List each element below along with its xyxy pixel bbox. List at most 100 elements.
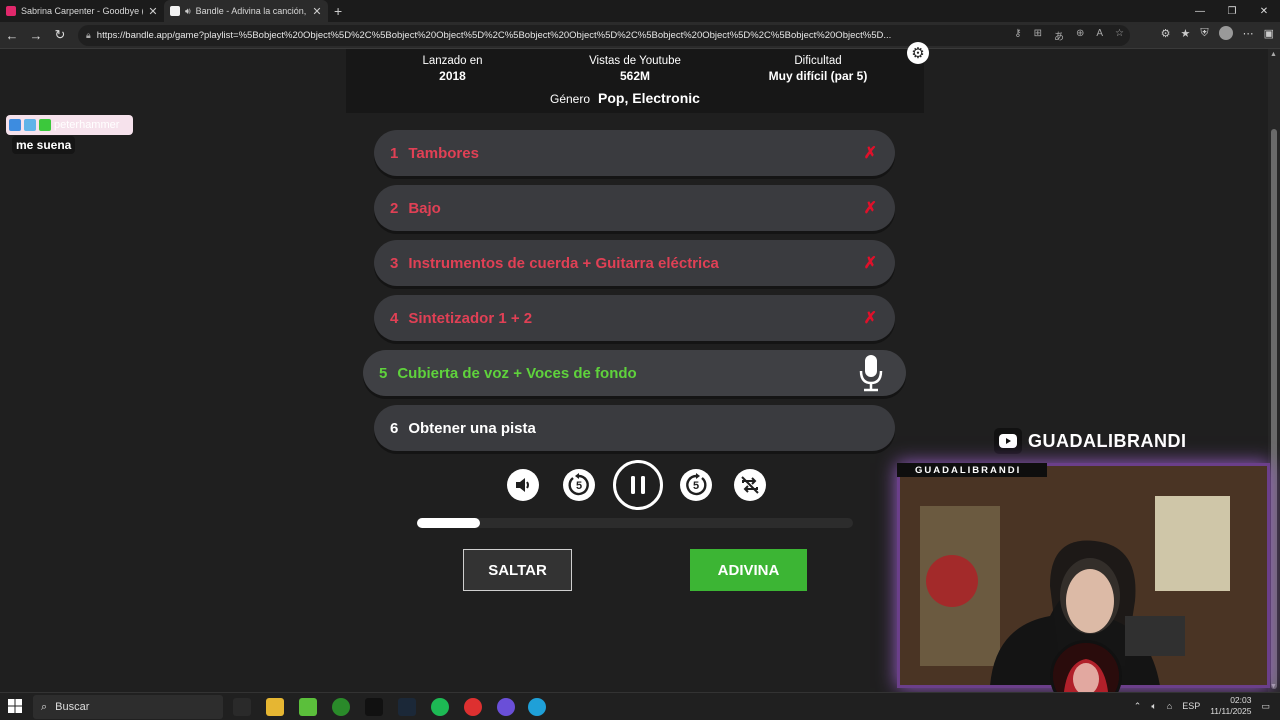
- guess-button[interactable]: ADIVINA: [690, 549, 807, 591]
- views-label: Vistas de Youtube: [589, 55, 681, 67]
- browser-tab-youtube[interactable]: Sabrina Carpenter - Goodbye (Of ✕: [0, 0, 164, 22]
- spotify-icon[interactable]: [431, 698, 449, 716]
- close-tab-icon[interactable]: ✕: [312, 5, 322, 18]
- search-icon: ⌕: [41, 700, 48, 713]
- profile-avatar[interactable]: [1218, 26, 1233, 40]
- url-text: https://bandle.app/game?playlist=%5Bobje…: [96, 30, 892, 41]
- bandle-favicon-icon: [170, 6, 180, 16]
- scrollbar-thumb[interactable]: [1271, 129, 1277, 689]
- url-field[interactable]: 🔒︎ https://bandle.app/game?playlist=%5Bo…: [78, 25, 1130, 46]
- speaker-icon[interactable]: 🔊︎: [185, 6, 191, 17]
- scroll-down-icon[interactable]: ▼: [1270, 683, 1277, 690]
- wrong-mark-icon: ✗: [863, 145, 877, 162]
- favorite-star-icon[interactable]: ☆: [1115, 28, 1124, 43]
- date: 11/11/2025: [1210, 706, 1252, 716]
- volume-button[interactable]: [507, 469, 539, 501]
- loop-button[interactable]: [734, 469, 766, 501]
- refresh-icon[interactable]: ↻: [48, 27, 72, 43]
- notifications-icon[interactable]: ▭: [1261, 701, 1270, 712]
- scroll-up-icon[interactable]: ▲: [1270, 51, 1277, 58]
- file-explorer-icon[interactable]: [266, 698, 284, 716]
- extensions-icon[interactable]: ⚙: [1161, 27, 1171, 40]
- new-tab-icon[interactable]: +: [334, 3, 342, 19]
- tray-chevron-icon[interactable]: ⌃: [1134, 701, 1142, 712]
- volume-icon[interactable]: 🔈︎: [1151, 701, 1156, 712]
- task-view-icon[interactable]: [233, 698, 251, 716]
- released-value: 2018: [439, 69, 466, 83]
- difficulty-label: Dificultad: [794, 55, 842, 67]
- badge-icon: [9, 119, 21, 131]
- key-icon[interactable]: ⚷: [1014, 28, 1021, 43]
- forward-seconds: 5: [693, 480, 700, 492]
- windows-start-icon[interactable]: [8, 699, 22, 713]
- xbox-icon[interactable]: [332, 698, 350, 716]
- hint-row[interactable]: 6 Obtener una pista: [374, 405, 895, 451]
- close-tab-icon[interactable]: ✕: [148, 5, 158, 18]
- track-number: 3: [390, 254, 399, 272]
- track-row-4[interactable]: 4 Sintetizador 1 + 2 ✗: [374, 295, 895, 341]
- wrong-mark-icon: ✗: [863, 310, 877, 327]
- microphone-icon: [859, 355, 883, 392]
- views-info: Vistas de Youtube 562M: [575, 54, 695, 84]
- minimize-icon[interactable]: —: [1184, 0, 1216, 22]
- track-row-2[interactable]: 2 Bajo ✗: [374, 185, 895, 231]
- track-number: 5: [379, 364, 388, 382]
- close-window-icon[interactable]: ✕: [1248, 0, 1280, 22]
- released-label: Lanzado en: [422, 55, 483, 67]
- track-label: Sintetizador 1 + 2: [408, 309, 533, 327]
- hint-label: Obtener una pista: [408, 419, 536, 437]
- apps-icon[interactable]: ⊞: [1034, 28, 1042, 43]
- views-value: 562M: [619, 69, 651, 83]
- forward-icon[interactable]: →: [24, 28, 48, 43]
- rewind-button[interactable]: 5: [563, 469, 595, 501]
- track-row-1[interactable]: 1 Tambores ✗: [374, 130, 895, 176]
- genre-value: Pop, Electronic: [598, 90, 700, 106]
- edge-icon[interactable]: [528, 698, 546, 716]
- youtube-favicon-icon: [6, 6, 16, 16]
- forward-button[interactable]: 5: [680, 469, 712, 501]
- track-row-5[interactable]: 5 Cubierta de voz + Voces de fondo: [363, 350, 906, 396]
- back-icon[interactable]: ←: [0, 28, 24, 43]
- playback-progress-bar[interactable]: [417, 518, 853, 528]
- track-label: Tambores: [408, 144, 479, 162]
- youtube-icon: [994, 428, 1022, 454]
- released-info: Lanzado en 2018: [400, 54, 505, 84]
- address-bar-row: ← → ↻ 🔒︎ https://bandle.app/game?playlis…: [0, 22, 1280, 49]
- repeat-off-icon: [741, 476, 759, 494]
- settings-gear-icon[interactable]: ⚙: [907, 42, 929, 64]
- shield-icon[interactable]: ⛨: [1200, 27, 1208, 40]
- progress-fill: [417, 518, 481, 528]
- tab-bar: Sabrina Carpenter - Goodbye (Of ✕ 🔊︎ Ban…: [0, 0, 1280, 22]
- obs-icon[interactable]: [464, 698, 482, 716]
- tab-title: Sabrina Carpenter - Goodbye (Of: [21, 6, 143, 16]
- site-info-icon[interactable]: 🔒︎: [86, 30, 91, 41]
- track-row-3[interactable]: 3 Instrumentos de cuerda + Guitarra eléc…: [374, 240, 895, 286]
- clock[interactable]: 02:03 11/11/2025: [1210, 695, 1251, 717]
- track-label: Bajo: [408, 199, 441, 217]
- skip-button[interactable]: SALTAR: [463, 549, 572, 591]
- url-tools: ⚷ ⊞ あ ⊕ A ☆: [1014, 28, 1124, 43]
- time: 02:03: [1230, 695, 1252, 705]
- network-icon[interactable]: ⌂: [1167, 701, 1172, 711]
- cam-label: GUADALIBRANDI: [897, 463, 1047, 477]
- app-icon[interactable]: [299, 698, 317, 716]
- more-menu-icon[interactable]: ⋯: [1243, 27, 1254, 40]
- epic-games-icon[interactable]: [365, 698, 383, 716]
- read-aloud-icon[interactable]: A: [1096, 28, 1103, 43]
- channel-handle: GUADALIBRANDI: [994, 428, 1187, 454]
- steam-icon[interactable]: [398, 698, 416, 716]
- sidebar-icon[interactable]: ▣: [1264, 27, 1274, 40]
- tab-title: Bandle - Adivina la canción,: [195, 6, 307, 16]
- browser-tab-bandle[interactable]: 🔊︎ Bandle - Adivina la canción, ✕: [164, 0, 328, 22]
- taskbar-search-input[interactable]: ⌕ Buscar: [33, 695, 223, 719]
- discord-icon[interactable]: [497, 698, 515, 716]
- zoom-icon[interactable]: ⊕: [1076, 28, 1084, 43]
- chat-username-badge: peterhammer: [6, 115, 133, 135]
- favorites-icon[interactable]: ★: [1180, 27, 1190, 40]
- maximize-icon[interactable]: ❐: [1216, 0, 1248, 22]
- pause-button[interactable]: [613, 460, 663, 510]
- translate-icon[interactable]: あ: [1054, 28, 1064, 43]
- badge-icon: [24, 119, 36, 131]
- language-indicator[interactable]: ESP: [1182, 701, 1200, 711]
- genre-label: Género: [550, 92, 591, 106]
